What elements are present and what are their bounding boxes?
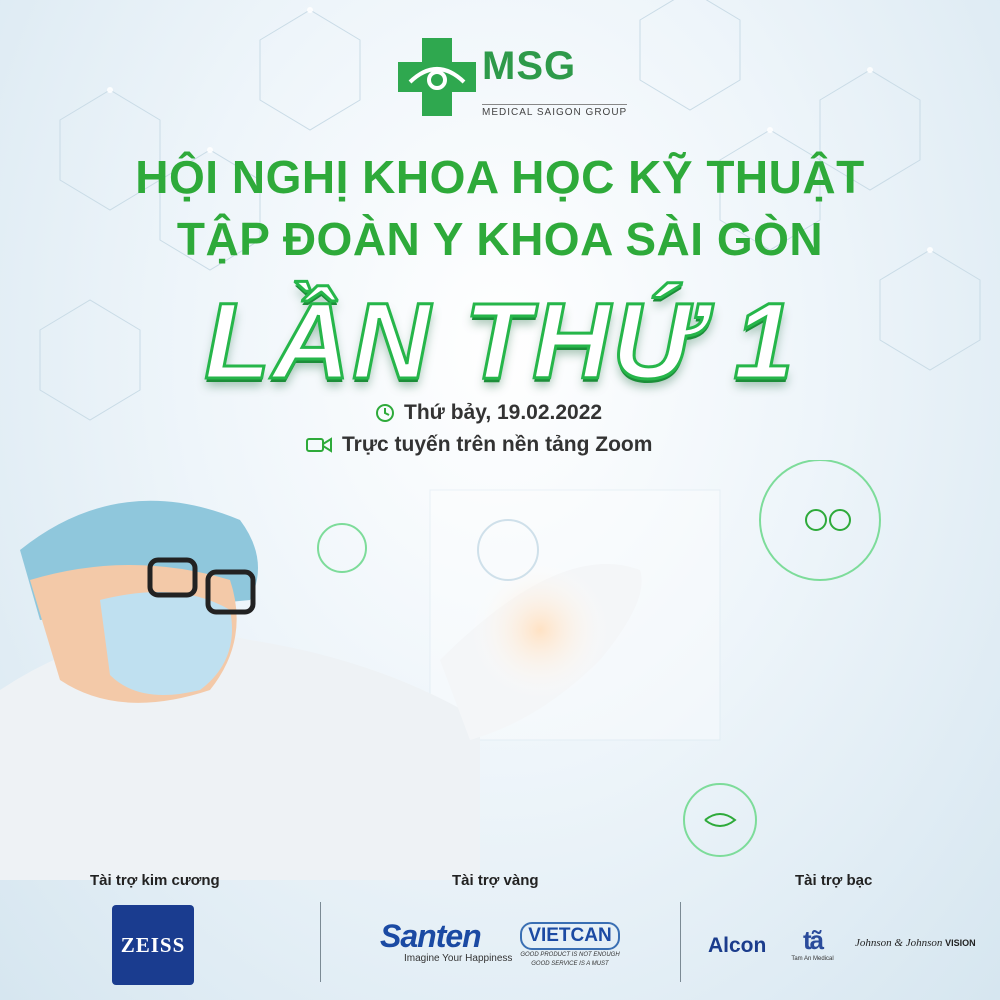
vietcan-logo: VIETCAN GOOD PRODUCT IS NOT ENOUGH GOOD …: [520, 922, 620, 968]
sponsor-divider: [680, 902, 681, 982]
santen-logo: Santen Imagine Your Happiness: [380, 918, 512, 964]
poster: MSG MEDICAL SAIGON GROUP HỘI NGHỊ KHOA H…: [0, 0, 1000, 1000]
event-date-text: Thứ bảy, 19.02.2022: [404, 401, 603, 424]
headline-line-1: HỘI NGHỊ KHOA HỌC KỸ THUẬT: [135, 151, 865, 203]
vietcan-tagline-2: GOOD SERVICE IS A MUST: [531, 961, 609, 967]
silver-sponsor-label: Tài trợ bạc: [795, 872, 873, 889]
zeiss-text: ZEISS: [120, 932, 186, 957]
zeiss-logo: ZEISS: [112, 905, 194, 985]
clock-icon: [376, 404, 394, 422]
logo-name: MSG: [482, 44, 577, 88]
event-platform: Trực tuyến trên nền tảng Zoom: [305, 433, 652, 457]
tam-an-name: Tam An Medical: [791, 956, 834, 962]
event-date: Thứ bảy, 19.02.2022: [375, 401, 602, 425]
msg-logo: MSG MEDICAL SAIGON GROUP: [398, 38, 628, 126]
edition-title: LẦN THỨ 1: [203, 279, 796, 403]
johnson-johnson-logo: Johnson & Johnson VISION: [855, 937, 976, 949]
tam-an-logo: tã Tam An Medical: [790, 925, 835, 962]
event-platform-text: Trực tuyến trên nền tảng Zoom: [342, 433, 653, 456]
eye-icon: [408, 67, 466, 90]
logo-subtitle: MEDICAL SAIGON GROUP: [482, 104, 628, 118]
medical-cross-icon: [398, 38, 476, 116]
vietcan-tagline-1: GOOD PRODUCT IS NOT ENOUGH: [520, 952, 620, 958]
alcon-logo: Alcon: [708, 934, 767, 957]
tam-an-mark: tã: [802, 925, 824, 955]
diamond-sponsor-label: Tài trợ kim cương: [90, 872, 220, 889]
santen-text: Santen: [380, 918, 482, 954]
doctor-illustration: [0, 460, 881, 880]
vietcan-text: VIETCAN: [520, 922, 620, 950]
jj-vision-text: VISION: [945, 938, 976, 948]
headline-line-2: TẬP ĐOÀN Y KHOA SÀI GÒN: [176, 213, 824, 265]
gold-sponsor-label: Tài trợ vàng: [452, 872, 539, 889]
video-camera-icon: [306, 437, 332, 453]
jj-text: Johnson & Johnson: [855, 937, 943, 949]
sponsor-divider: [320, 902, 321, 982]
